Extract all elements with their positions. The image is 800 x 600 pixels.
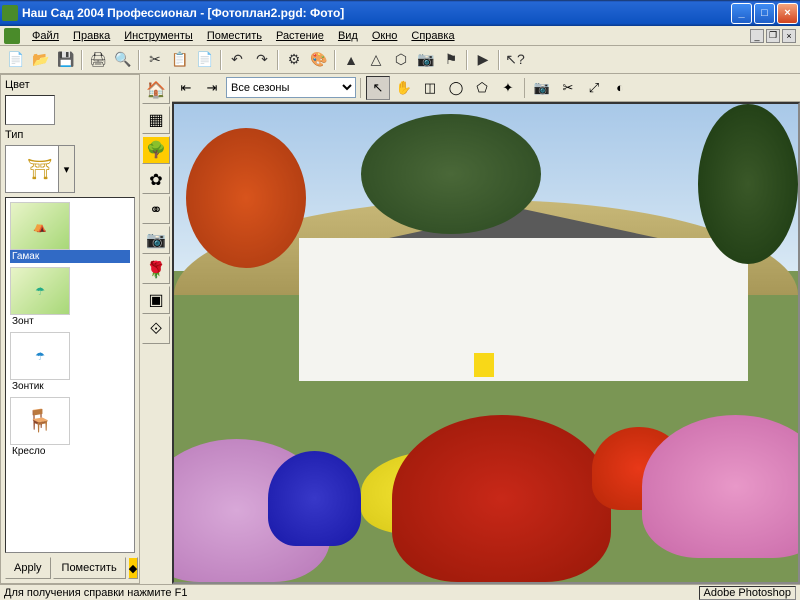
save-button[interactable]: 💾 [54,48,78,72]
app-icon [2,5,18,21]
hammock-thumb: ⛺ [10,202,70,250]
minimize-button[interactable]: _ [731,3,752,24]
crop-tool[interactable]: ✂ [556,76,580,100]
polygon-tool[interactable]: ⬠ [470,76,494,100]
help-icon-button[interactable]: ◆ [128,557,138,579]
season-select[interactable]: Все сезоны [226,77,356,98]
gallery-item[interactable]: ☂ Зонтик [8,330,132,395]
tree-right [698,104,798,264]
menu-plant[interactable]: Растение [270,28,330,44]
flower-tool[interactable]: ✿ [142,166,170,194]
adjust-tool[interactable]: ◐ [608,76,632,100]
chevron-down-icon: ▾ [58,146,74,192]
color-label: Цвет [5,79,135,91]
preview-button[interactable]: 🔍 [111,48,135,72]
doc-icon [4,28,20,44]
menu-edit[interactable]: Правка [67,28,116,44]
snapshot-tool[interactable]: 📷 [530,76,554,100]
close-button[interactable]: × [777,3,798,24]
redo-button[interactable]: ↷ [250,48,274,72]
print-button[interactable]: 🖨 [86,48,110,72]
link-tool[interactable]: ⚭ [142,196,170,224]
menu-view[interactable]: Вид [332,28,364,44]
marquee-tool[interactable]: ◫ [418,76,442,100]
umbrella-thumb: ☂ [10,267,70,315]
hand-tool[interactable]: ✋ [392,76,416,100]
gallery-item[interactable]: ☂ Зонт [8,265,132,330]
gallery-label: Кресло [10,445,130,458]
run-button[interactable]: ▶ [471,48,495,72]
nav-last-button[interactable]: ⇥ [200,76,224,100]
tool-d-button[interactable]: 📷 [414,48,438,72]
gallery-item[interactable]: ⛺ Гамак [8,200,132,265]
apply-button[interactable]: Apply [5,557,51,579]
menu-help[interactable]: Справка [405,28,460,44]
title-bar: Наш Сад 2004 Профессионал - [Фотоплан2.p… [0,0,800,26]
gallery-item[interactable]: 🪑 Кресло [8,395,132,460]
tool-a-button[interactable]: ▲ [339,48,363,72]
color-swatch[interactable] [5,95,55,125]
doc-restore-button[interactable]: ❐ [766,29,780,43]
cut-button[interactable]: ✂ [143,48,167,72]
eyedropper-tool[interactable]: ⤢ [582,76,606,100]
paste-button[interactable]: 📄 [193,48,217,72]
type-label: Тип [5,129,135,141]
camera-tool[interactable]: 📷 [142,226,170,254]
gallery-label: Зонт [10,315,130,328]
doc-minimize-button[interactable]: _ [750,29,764,43]
flowers-blue [268,451,362,547]
settings-button[interactable]: ⚙ [282,48,306,72]
menu-window[interactable]: Окно [366,28,404,44]
window-title: Наш Сад 2004 Профессионал - [Фотоплан2.p… [22,6,731,20]
flowers-red [392,415,610,582]
fence-tool[interactable]: ▦ [142,106,170,134]
undo-button[interactable]: ↶ [225,48,249,72]
open-button[interactable]: 📂 [29,48,53,72]
umbrella2-thumb: ☂ [10,332,70,380]
tool-b-button[interactable]: △ [364,48,388,72]
menu-bar: Файл Правка Инструменты Поместить Растен… [0,26,800,46]
node-tool[interactable]: ⟐ [142,316,170,344]
nav-first-button[interactable]: ⇤ [174,76,198,100]
doc-close-button[interactable]: × [782,29,796,43]
wand-tool[interactable]: ✦ [496,76,520,100]
side-toolbar: 🏠 ▦ 🌳 ✿ ⚭ 📷 🌹 ▣ ⟐ [140,74,172,584]
chair-thumb: 🪑 [10,397,70,445]
menu-tools[interactable]: Инструменты [118,28,199,44]
new-button[interactable]: 📄 [4,48,28,72]
main-toolbar: 📄 📂 💾 🖨 🔍 ✂ 📋 📄 ↶ ↷ ⚙ 🎨 ▲ △ ⬡ 📷 ⚑ ▶ ↖? [0,46,800,74]
tool-e-button[interactable]: ⚑ [439,48,463,72]
plant-tool[interactable]: 🌳 [142,136,170,164]
copy-button[interactable]: 📋 [168,48,192,72]
object-gallery[interactable]: ⛺ Гамак ☂ Зонт ☂ Зонтик 🪑 Кресло [5,197,135,553]
maximize-button[interactable]: □ [754,3,775,24]
type-selector[interactable]: ⛩ ▾ [5,145,75,193]
rose-tool[interactable]: 🌹 [142,256,170,284]
photo-viewport[interactable] [172,102,800,584]
gallery-label: Зонтик [10,380,130,393]
place-button[interactable]: Поместить [53,557,126,579]
house-tool[interactable]: 🏠 [142,76,170,104]
status-bar: Для получения справки нажмите F1 Adobe P… [0,584,800,600]
menu-place[interactable]: Поместить [201,28,268,44]
main-area: ⇤ ⇥ Все сезоны ↖ ✋ ◫ ◯ ⬠ ✦ 📷 ✂ ⤢ ◐ [172,74,800,584]
left-panel: Цвет Тип ⛩ ▾ ⛺ Гамак ☂ Зонт ☂ Зонтик 🪑 К… [0,74,140,584]
lasso-tool[interactable]: ◯ [444,76,468,100]
tree-center [361,114,541,234]
pointer-help-button[interactable]: ↖? [503,48,527,72]
bench-icon: ⛩ [27,157,52,182]
tree-autumn [186,128,306,268]
flowerbed [174,343,798,582]
pointer-tool[interactable]: ↖ [366,76,390,100]
tool-c-button[interactable]: ⬡ [389,48,413,72]
frame-tool[interactable]: ▣ [142,286,170,314]
color-button[interactable]: 🎨 [307,48,331,72]
photo-toolbar: ⇤ ⇥ Все сезоны ↖ ✋ ◫ ◯ ⬠ ✦ 📷 ✂ ⤢ ◐ [172,74,800,102]
status-help-text: Для получения справки нажмите F1 [4,587,187,599]
status-tray: Adobe Photoshop [699,586,796,600]
menu-file[interactable]: Файл [26,28,65,44]
gallery-label: Гамак [10,250,130,263]
